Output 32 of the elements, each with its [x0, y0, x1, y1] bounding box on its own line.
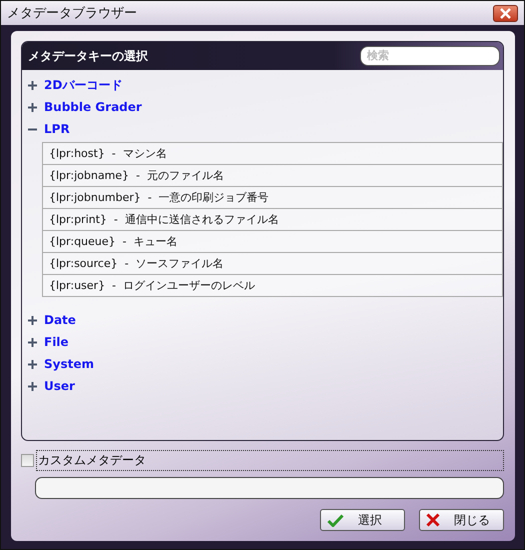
custom-metadata-field[interactable] — [35, 477, 504, 499]
window-title: メタデータブラウザー — [7, 5, 137, 22]
tree-item[interactable]: System — [44, 357, 94, 371]
tree-item[interactable]: File — [44, 335, 69, 349]
close-icon — [500, 8, 511, 18]
close-dialog-button[interactable]: 閉じる — [419, 509, 504, 531]
tree-item[interactable]: 2Dバーコード — [44, 76, 122, 94]
metadata-key-item[interactable]: {lpr:print} - 通信中に送信されるファイル名 — [42, 209, 503, 231]
plus-icon[interactable] — [28, 102, 37, 112]
cross-icon — [426, 513, 440, 527]
metadata-key-item[interactable]: {lpr:host} - マシン名 — [42, 143, 503, 165]
plus-icon[interactable] — [28, 360, 37, 368]
checkmark-icon — [327, 514, 344, 526]
metadata-key-item[interactable]: {lpr:queue} - キュー名 — [42, 231, 503, 253]
metadata-key-item[interactable]: {lpr:user} - ログインユーザーのレベル — [42, 275, 503, 297]
plus-icon[interactable] — [28, 338, 37, 346]
checkbox-label[interactable]: カスタムメタデータ — [36, 450, 504, 471]
select-button[interactable]: 選択 — [320, 509, 405, 531]
metadata-key-item[interactable]: {lpr:source} - ソースファイル名 — [42, 253, 503, 275]
plus-icon[interactable] — [28, 80, 37, 90]
metadata-key-item[interactable]: {lpr:jobnumber} - 一意の印刷ジョブ番号 — [42, 187, 503, 209]
tree-item[interactable]: LPR — [44, 122, 70, 136]
metadata-key-item[interactable]: {lpr:jobname} - 元のファイル名 — [42, 165, 503, 187]
checkbox[interactable] — [21, 454, 34, 467]
panel-title: メタデータキーの選択 — [28, 48, 148, 64]
plus-icon[interactable] — [28, 382, 37, 390]
plus-icon[interactable] — [28, 316, 37, 324]
close-button[interactable] — [493, 4, 518, 22]
search-field[interactable]: 検索 — [360, 46, 500, 66]
tree-item[interactable]: Bubble Grader — [44, 100, 142, 114]
tree-item[interactable]: Date — [44, 313, 76, 327]
tree-item[interactable]: User — [44, 379, 75, 393]
